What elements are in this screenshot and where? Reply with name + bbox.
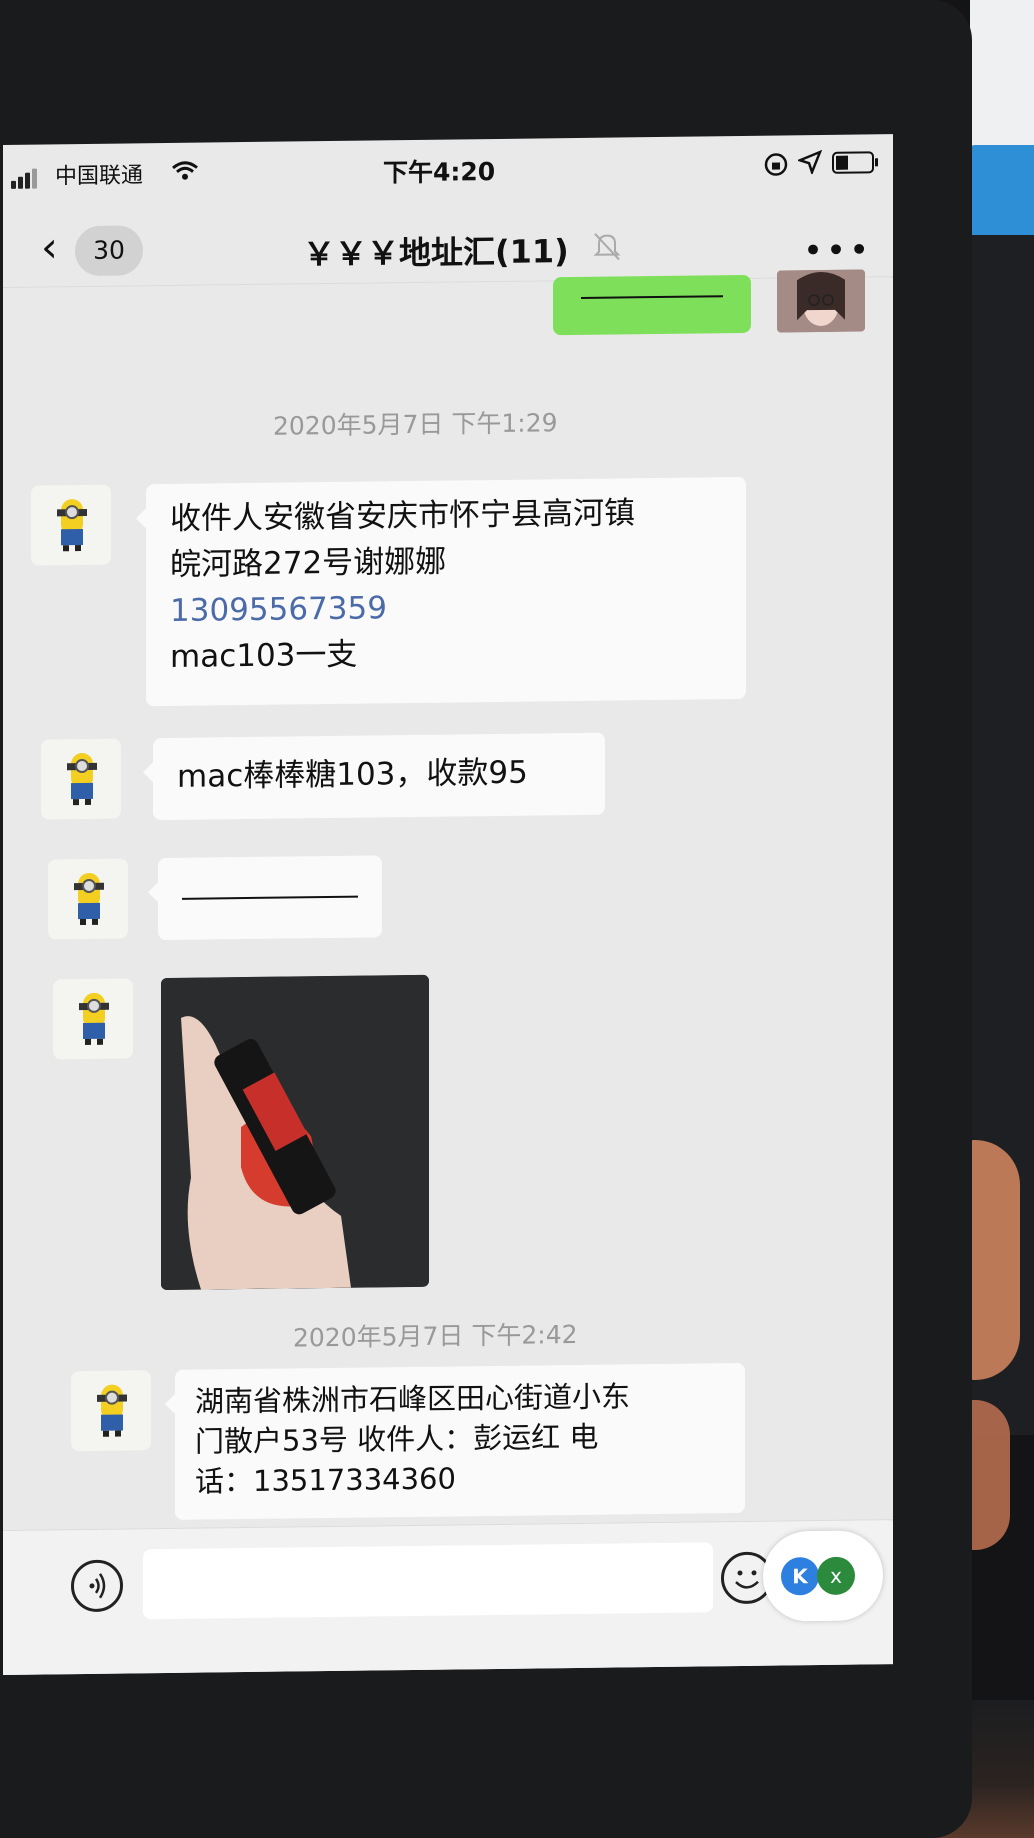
voice-wave-icon (89, 1573, 106, 1599)
avatar-image (777, 269, 865, 333)
message-text: 话：13517334360 (195, 1461, 456, 1499)
minion-avatar-image (67, 753, 97, 806)
wifi-icon (172, 161, 198, 180)
my-avatar[interactable] (777, 269, 865, 333)
minion-avatar-image (79, 992, 109, 1045)
photo-image (161, 974, 429, 1291)
clock: 下午4:20 (383, 156, 496, 188)
unread-count-badge[interactable]: 30 (75, 225, 143, 277)
message-input[interactable] (143, 1542, 713, 1620)
carrier-name: 中国联通 (55, 163, 144, 190)
battery-icon (832, 151, 878, 174)
mute-icon (593, 233, 621, 261)
message-bubble[interactable]: mac棒棒糖103，收款95 (153, 732, 605, 821)
message-text-line: mac103一支 (170, 636, 358, 675)
message-bubble[interactable] (158, 855, 382, 941)
chat-input-bar: K x (3, 1519, 893, 1675)
message-text-line: 湖南省株洲市石峰区田心街道小东 (195, 1379, 631, 1419)
message-text-line: 门散户53号 收件人：彭运红 电 (195, 1419, 599, 1459)
timestamp: 2020年5月7日 下午1:29 (273, 408, 558, 441)
message-text-line: 皖河路272号谢娜娜 (170, 543, 447, 583)
minion-avatar-image (57, 499, 87, 552)
phone-screen: 中国联通 下午4:20 ‹ 30 ￥￥￥地址汇(11) ••• 2020年5月7… (3, 134, 893, 1675)
message-bubble[interactable]: 收件人安徽省安庆市怀宁县高河镇 皖河路272号谢娜娜 13095567359 m… (146, 476, 746, 707)
message-bubble[interactable]: 湖南省株洲市石峰区田心街道小东 门散户53号 收件人：彭运红 电 话：13517… (175, 1362, 745, 1520)
lipstick-photo[interactable] (161, 974, 429, 1291)
phone-number-link[interactable]: 13095567359 (170, 581, 726, 634)
more-icon[interactable]: ••• (803, 230, 872, 271)
message-list[interactable]: 2020年5月7日 下午1:29 收件人安徽省安庆市怀宁县高河镇 皖河路272号… (3, 269, 893, 1528)
background-blue-object (965, 145, 1034, 235)
chat-nav-bar: ‹ 30 ￥￥￥地址汇(11) ••• (3, 186, 893, 288)
x-app-icon[interactable]: x (817, 1556, 855, 1596)
chat-title: ￥￥￥地址汇(11) (303, 232, 569, 274)
signal-icon (11, 168, 39, 189)
background-wall (970, 0, 1034, 150)
minion-avatar-image (74, 872, 104, 926)
k-app-icon[interactable]: K (781, 1557, 819, 1596)
back-icon[interactable]: ‹ (41, 222, 58, 271)
message-text-line: 话：13517334360 (195, 1455, 725, 1501)
message-text-line: 收件人安徽省安庆市怀宁县高河镇 (170, 495, 635, 537)
minion-avatar-image (97, 1384, 127, 1437)
member-avatar[interactable] (48, 858, 128, 940)
status-bar: 中国联通 下午4:20 (3, 134, 893, 195)
member-avatar[interactable] (71, 1370, 151, 1452)
floating-app-widget[interactable]: K x (763, 1530, 883, 1622)
member-avatar[interactable] (41, 738, 121, 820)
member-avatar[interactable] (31, 484, 111, 566)
message-text: mac棒棒糖103，收款95 (177, 754, 528, 795)
voice-icon[interactable] (71, 1559, 123, 1613)
orientation-lock-icon (764, 153, 788, 176)
location-icon (798, 149, 822, 175)
member-avatar[interactable] (53, 978, 133, 1060)
sent-message-bubble[interactable] (553, 274, 751, 336)
timestamp: 2020年5月7日 下午2:42 (293, 1319, 578, 1353)
